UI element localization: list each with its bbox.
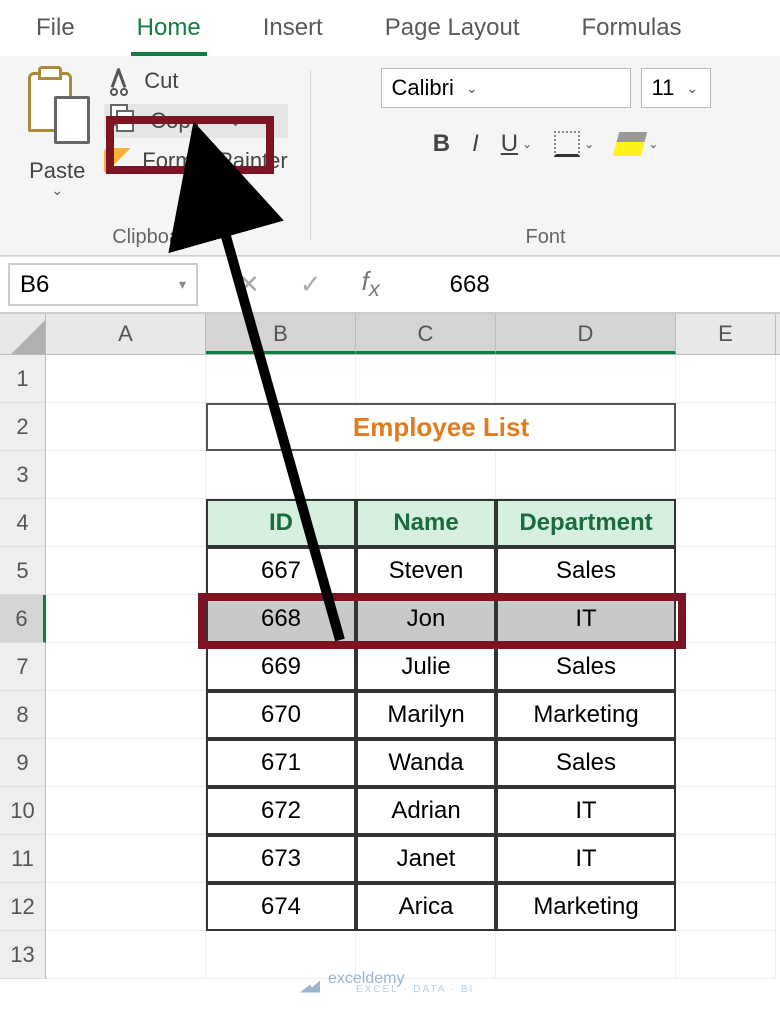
cell-active[interactable]: 668: [206, 595, 356, 643]
tab-home[interactable]: Home: [131, 8, 207, 56]
group-label-font: Font: [525, 222, 565, 249]
name-box-value: B6: [20, 271, 49, 299]
border-button[interactable]: ⌄: [554, 131, 594, 157]
row-header[interactable]: 9: [0, 739, 46, 787]
chevron-down-icon: ⌄: [466, 80, 478, 97]
fill-color-button[interactable]: ⌄: [616, 132, 658, 156]
col-header-d[interactable]: D: [496, 314, 676, 354]
cell[interactable]: 673: [206, 835, 356, 883]
cell[interactable]: Marketing: [496, 691, 676, 739]
paste-label: Paste: [29, 158, 85, 184]
font-name-combo[interactable]: Calibri ⌄: [381, 68, 631, 108]
watermark: exceldemy EXCEL · DATA · BI: [300, 970, 474, 995]
border-icon: [554, 131, 580, 157]
underline-button[interactable]: U⌄: [501, 130, 532, 158]
cell[interactable]: IT: [496, 787, 676, 835]
cell[interactable]: 669: [206, 643, 356, 691]
enter-icon[interactable]: ✓: [300, 269, 322, 300]
row-header[interactable]: 2: [0, 403, 46, 451]
row-header[interactable]: 8: [0, 691, 46, 739]
copy-label: Copy: [150, 108, 201, 134]
chevron-down-icon[interactable]: ⌄: [51, 182, 63, 199]
fill-bucket-icon: [613, 132, 647, 156]
cell[interactable]: 667: [206, 547, 356, 595]
cell[interactable]: Julie: [356, 643, 496, 691]
row-header[interactable]: 4: [0, 499, 46, 547]
paste-icon: [22, 68, 92, 156]
chevron-down-icon: ▾: [179, 276, 186, 293]
group-font: Calibri ⌄ 11 ⌄ B I U⌄ ⌄ ⌄ Font: [311, 56, 780, 255]
cut-label: Cut: [144, 68, 178, 94]
col-header-b[interactable]: B: [206, 314, 356, 354]
font-size-combo[interactable]: 11 ⌄: [641, 68, 711, 108]
cell[interactable]: Janet: [356, 835, 496, 883]
col-header-c[interactable]: C: [356, 314, 496, 354]
header-name[interactable]: Name: [356, 499, 496, 547]
worksheet-grid[interactable]: 1 2Employee List 3 4 ID Name Department …: [0, 355, 780, 979]
cell[interactable]: Marketing: [496, 883, 676, 931]
cell[interactable]: Adrian: [356, 787, 496, 835]
fx-icon[interactable]: fx: [362, 266, 380, 302]
header-dept[interactable]: Department: [496, 499, 676, 547]
row-header[interactable]: 11: [0, 835, 46, 883]
cell[interactable]: Sales: [496, 739, 676, 787]
cell[interactable]: Jon: [356, 595, 496, 643]
format-painter-button[interactable]: Format Painter: [104, 148, 288, 174]
cell[interactable]: Arica: [356, 883, 496, 931]
cell[interactable]: Marilyn: [356, 691, 496, 739]
cell[interactable]: IT: [496, 595, 676, 643]
row-header[interactable]: 6: [0, 595, 46, 643]
header-id[interactable]: ID: [206, 499, 356, 547]
col-header-a[interactable]: A: [46, 314, 206, 354]
tab-insert[interactable]: Insert: [257, 8, 329, 56]
cancel-icon[interactable]: ✕: [238, 269, 260, 300]
row-header[interactable]: 3: [0, 451, 46, 499]
copy-button[interactable]: Copy ⌄: [104, 104, 288, 138]
copy-icon: [110, 108, 140, 134]
cell[interactable]: Steven: [356, 547, 496, 595]
chevron-down-icon: ⌄: [686, 80, 698, 97]
italic-button[interactable]: I: [472, 130, 479, 158]
cell[interactable]: IT: [496, 835, 676, 883]
row-header[interactable]: 5: [0, 547, 46, 595]
col-header-e[interactable]: E: [676, 314, 776, 354]
cell[interactable]: 671: [206, 739, 356, 787]
tab-formulas[interactable]: Formulas: [576, 8, 688, 56]
group-label-clipboard: Clipboard: [112, 222, 198, 249]
tab-file[interactable]: File: [30, 8, 81, 56]
cell[interactable]: Sales: [496, 643, 676, 691]
scissors-icon: [104, 68, 134, 94]
cell[interactable]: 672: [206, 787, 356, 835]
paste-button[interactable]: Paste ⌄: [22, 68, 92, 199]
cell[interactable]: 670: [206, 691, 356, 739]
watermark-icon: [300, 973, 320, 993]
font-size-value: 11: [652, 75, 675, 101]
font-name-value: Calibri: [392, 75, 454, 101]
formula-bar: B6 ▾ ✕ ✓ fx 668: [0, 256, 780, 314]
formula-input[interactable]: 668: [420, 257, 490, 312]
chevron-down-icon[interactable]: ⌄: [230, 113, 242, 130]
bold-button[interactable]: B: [433, 130, 450, 158]
row-header[interactable]: 10: [0, 787, 46, 835]
cut-button[interactable]: Cut: [104, 68, 288, 94]
brush-icon: [104, 148, 132, 174]
title-cell[interactable]: Employee List: [206, 403, 676, 451]
watermark-tag: EXCEL · DATA · BI: [356, 984, 474, 995]
cell[interactable]: Sales: [496, 547, 676, 595]
tab-page-layout[interactable]: Page Layout: [379, 8, 526, 56]
cell[interactable]: Wanda: [356, 739, 496, 787]
row-header[interactable]: 13: [0, 931, 46, 979]
group-clipboard: Paste ⌄ Cut Copy ⌄ Format Painter C: [0, 56, 310, 255]
row-header[interactable]: 1: [0, 355, 46, 403]
format-painter-label: Format Painter: [142, 148, 288, 174]
ribbon-tabs: File Home Insert Page Layout Formulas: [0, 0, 780, 56]
ribbon: Paste ⌄ Cut Copy ⌄ Format Painter C: [0, 56, 780, 256]
name-box[interactable]: B6 ▾: [8, 263, 198, 306]
column-headers: A B C D E: [0, 314, 780, 355]
row-header[interactable]: 7: [0, 643, 46, 691]
cell[interactable]: 674: [206, 883, 356, 931]
row-header[interactable]: 12: [0, 883, 46, 931]
select-all-corner[interactable]: [0, 314, 46, 354]
